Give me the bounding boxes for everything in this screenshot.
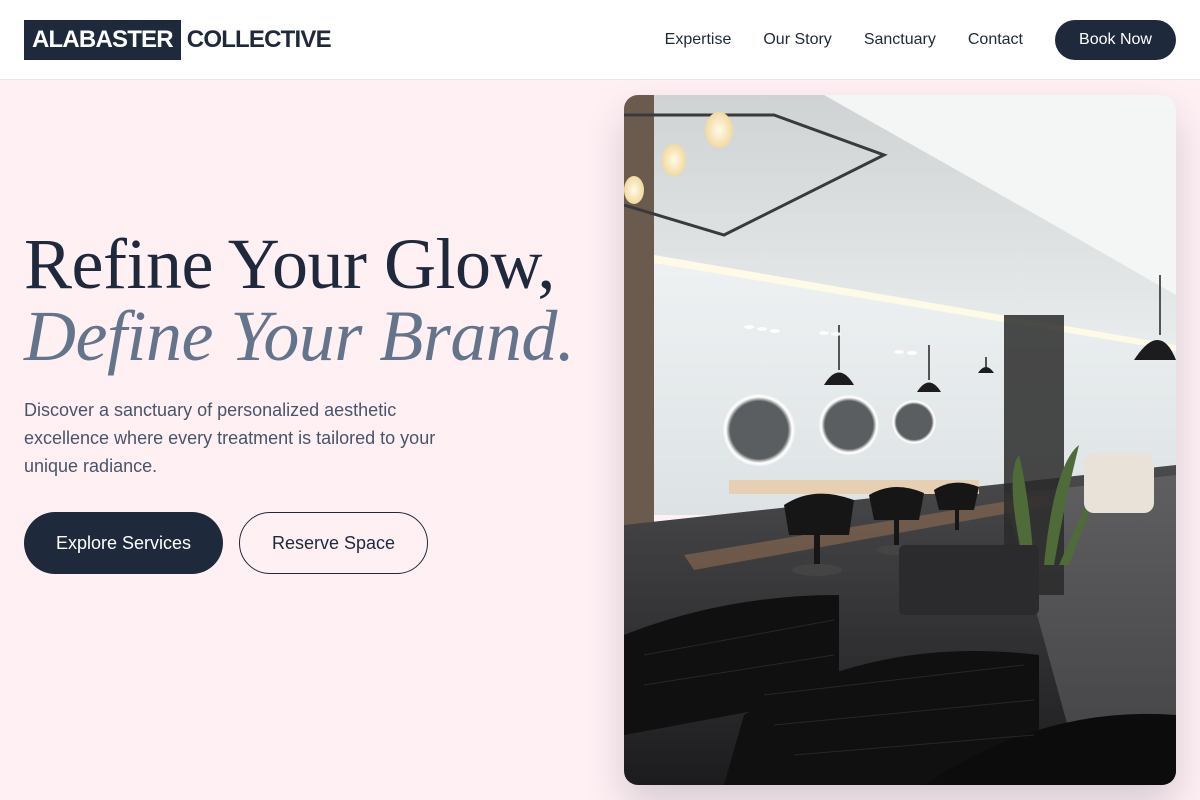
- round-mirror-3: [892, 400, 936, 444]
- logo-box-text: ALABASTER: [24, 19, 181, 60]
- round-mirror-1: [723, 394, 795, 466]
- hero-title-line1: Refine Your Glow,: [24, 224, 555, 304]
- logo-text: COLLECTIVE: [186, 25, 332, 53]
- book-now-button[interactable]: Book Now: [1055, 19, 1176, 60]
- brand-logo[interactable]: ALABASTER COLLECTIVE: [24, 19, 332, 60]
- hero-description: Discover a sanctuary of personalized aes…: [24, 400, 436, 476]
- ottoman: [899, 545, 1039, 615]
- site-header: ALABASTER COLLECTIVE Expertise Our Story…: [0, 0, 1200, 80]
- nav-link-contact[interactable]: Contact: [968, 31, 1023, 49]
- hero-title-line2: Define Your Brand.: [24, 296, 575, 376]
- main-nav: Expertise Our Story Sanctuary Contact Bo…: [665, 19, 1176, 60]
- hero-actions: Explore Services Reserve Space: [24, 512, 604, 574]
- nav-link-our-story[interactable]: Our Story: [763, 31, 831, 49]
- explore-services-button[interactable]: Explore Services: [24, 512, 223, 574]
- hero-content: Refine Your Glow, Define Your Brand. Dis…: [24, 228, 604, 574]
- round-mirror-2: [819, 395, 879, 455]
- hero-image: [624, 95, 1176, 785]
- hero-title: Refine Your Glow, Define Your Brand.: [24, 228, 604, 372]
- nav-link-expertise[interactable]: Expertise: [665, 31, 732, 49]
- salon-interior-illustration: [624, 95, 1176, 785]
- nav-link-sanctuary[interactable]: Sanctuary: [864, 31, 936, 49]
- reserve-space-button[interactable]: Reserve Space: [239, 512, 428, 574]
- armchair: [1084, 453, 1154, 513]
